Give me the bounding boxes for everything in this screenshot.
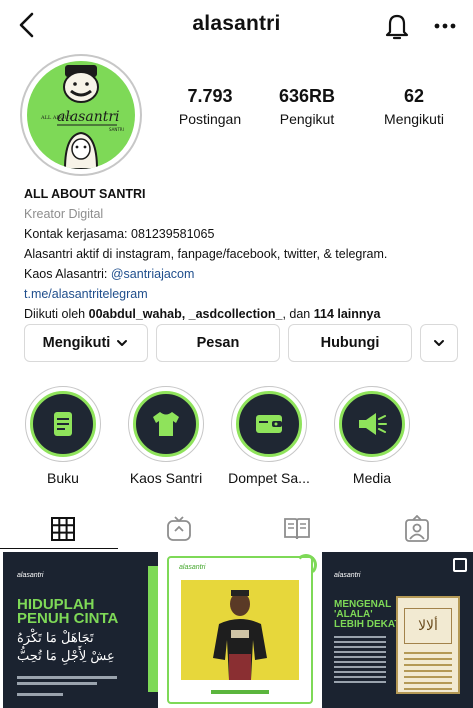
stat-following[interactable]: 62 Mengikuti: [366, 86, 462, 127]
post-brand: alasantri: [17, 572, 44, 579]
guide-icon[interactable]: [280, 514, 314, 544]
svg-text:alasantri: alasantri: [57, 109, 120, 125]
post-title: HIDUPLAH PENUH CINTA: [17, 597, 119, 627]
chevron-down-icon: [434, 340, 444, 346]
svg-text:SANTRI: SANTRI: [109, 127, 124, 132]
highlight-label: Dompet Sa...: [228, 470, 310, 486]
stat-posts-label: Postingan: [178, 111, 242, 127]
stat-posts-value: 7.793: [187, 86, 233, 106]
grid-icon[interactable]: [46, 514, 80, 544]
bio-kaos-prefix: Kaos Alasantri:: [24, 267, 111, 281]
bio-kaos-handle-link[interactable]: @santriajacom: [111, 267, 195, 281]
post-brand: alasantri: [334, 572, 361, 579]
stat-followers-value: 636RB: [278, 86, 336, 106]
back-arrow-icon[interactable]: [14, 10, 42, 40]
active-tab-indicator: [0, 548, 118, 549]
profile-bio: ALL ABOUT SANTRI Kreator Digital Kontak …: [24, 184, 464, 324]
profile-display-name: ALL ABOUT SANTRI: [24, 187, 146, 201]
highlight-ring: [334, 386, 410, 462]
followed-by-line[interactable]: Diikuti oleh 00abdul_wahab, _asdcollecti…: [24, 304, 464, 324]
profile-tabs: [0, 506, 473, 550]
post-caption-line: [17, 682, 97, 685]
followed-by-users: 00abdul_wahab, _asdcollection_: [88, 307, 283, 321]
post-book-title: ألالا: [404, 608, 452, 644]
highlight-buku[interactable]: Buku: [18, 386, 108, 486]
stat-followers-label: Pengikut: [279, 111, 335, 127]
post-accent-bar: [148, 566, 158, 692]
post-title-line: LEBIH DEKAT: [334, 619, 401, 630]
bell-icon[interactable]: [382, 10, 412, 42]
highlight-ring: [25, 386, 101, 462]
stat-following-value: 62: [403, 86, 425, 106]
message-button-label: Pesan: [196, 335, 240, 351]
profile-avatar[interactable]: ALL ABOUT alasantri SANTRI: [20, 54, 142, 176]
following-button-label: Mengikuti: [42, 335, 111, 351]
post-caption-line: [211, 690, 269, 694]
post-thumbnail[interactable]: alasantri HIDUPLAH PENUH CINTA تَجَاهَلْ…: [3, 552, 158, 708]
more-options-icon[interactable]: [428, 10, 462, 40]
stat-followers[interactable]: 636RB Pengikut: [264, 86, 350, 127]
stat-following-label: Mengikuti: [384, 111, 444, 127]
highlight-dompet[interactable]: Dompet Sa...: [224, 386, 314, 486]
followed-by-count: 114 lainnya: [313, 307, 381, 321]
following-button[interactable]: Mengikuti: [24, 324, 148, 362]
followed-by-mid: , dan: [282, 307, 314, 321]
contact-button-label: Hubungi: [320, 335, 380, 351]
post-brand: alasantri: [179, 564, 206, 571]
bio-description-line: Alasantri aktif di instagram, fanpage/fa…: [24, 247, 388, 261]
post-handle-line: [17, 693, 63, 696]
highlight-label: Buku: [47, 470, 79, 486]
post-corner-decoration: [295, 554, 317, 576]
highlight-label: Kaos Santri: [129, 470, 203, 486]
post-arabic-line: تَجَاهَلْ مَا تَكْرَهُ: [17, 631, 94, 646]
book-icon: [30, 391, 96, 457]
highlight-media[interactable]: Media: [327, 386, 417, 486]
highlight-ring: [231, 386, 307, 462]
avatar-logo: ALL ABOUT alasantri SANTRI: [27, 61, 135, 169]
post-book-text: [404, 652, 452, 694]
megaphone-icon: [339, 391, 405, 457]
post-arabic-line: عِشْ لِأَجْلِ مَا تُحِبُّ: [17, 649, 115, 664]
post-title: MENGENAL 'ALALA' LEBIH DEKAT: [334, 600, 400, 630]
post-book-image: ألالا: [396, 596, 460, 694]
post-body-text: [334, 636, 386, 686]
post-thumbnail[interactable]: alasantri: [161, 552, 319, 708]
highlight-ring: [128, 386, 204, 462]
highlight-label: Media: [352, 470, 392, 486]
wallet-icon: [236, 391, 302, 457]
bio-contact-line: Kontak kerjasama: 081239581065: [24, 227, 215, 241]
contact-button[interactable]: Hubungi: [288, 324, 412, 362]
tshirt-icon: [133, 391, 199, 457]
profile-website-link[interactable]: t.me/alasantritelegram: [24, 284, 464, 304]
message-button[interactable]: Pesan: [156, 324, 280, 362]
reels-icon[interactable]: [162, 514, 196, 544]
post-caption-line: [17, 676, 117, 679]
bio-kaos-line: Kaos Alasantri: @santriajacom: [24, 264, 464, 284]
stat-posts[interactable]: 7.793 Postingan: [162, 86, 258, 127]
post-title-line: PENUH CINTA: [17, 610, 119, 627]
top-bar: alasantri: [0, 0, 473, 52]
profile-category: Kreator Digital: [24, 207, 104, 221]
highlight-kaos-santri[interactable]: Kaos Santri: [121, 386, 211, 486]
tagged-icon[interactable]: [400, 514, 434, 544]
post-thumbnail[interactable]: alasantri MENGENAL 'ALALA' LEBIH DEKAT أ…: [322, 552, 473, 708]
suggested-accounts-button[interactable]: [420, 324, 458, 362]
post-arabic-text: تَجَاهَلْ مَا تَكْرَهُ عِشْ لِأَجْلِ مَا…: [17, 630, 132, 666]
followed-by-prefix: Diikuti oleh: [24, 307, 89, 321]
multi-post-icon: [453, 558, 467, 572]
chevron-down-icon: [117, 340, 128, 346]
post-photo: [181, 580, 299, 680]
